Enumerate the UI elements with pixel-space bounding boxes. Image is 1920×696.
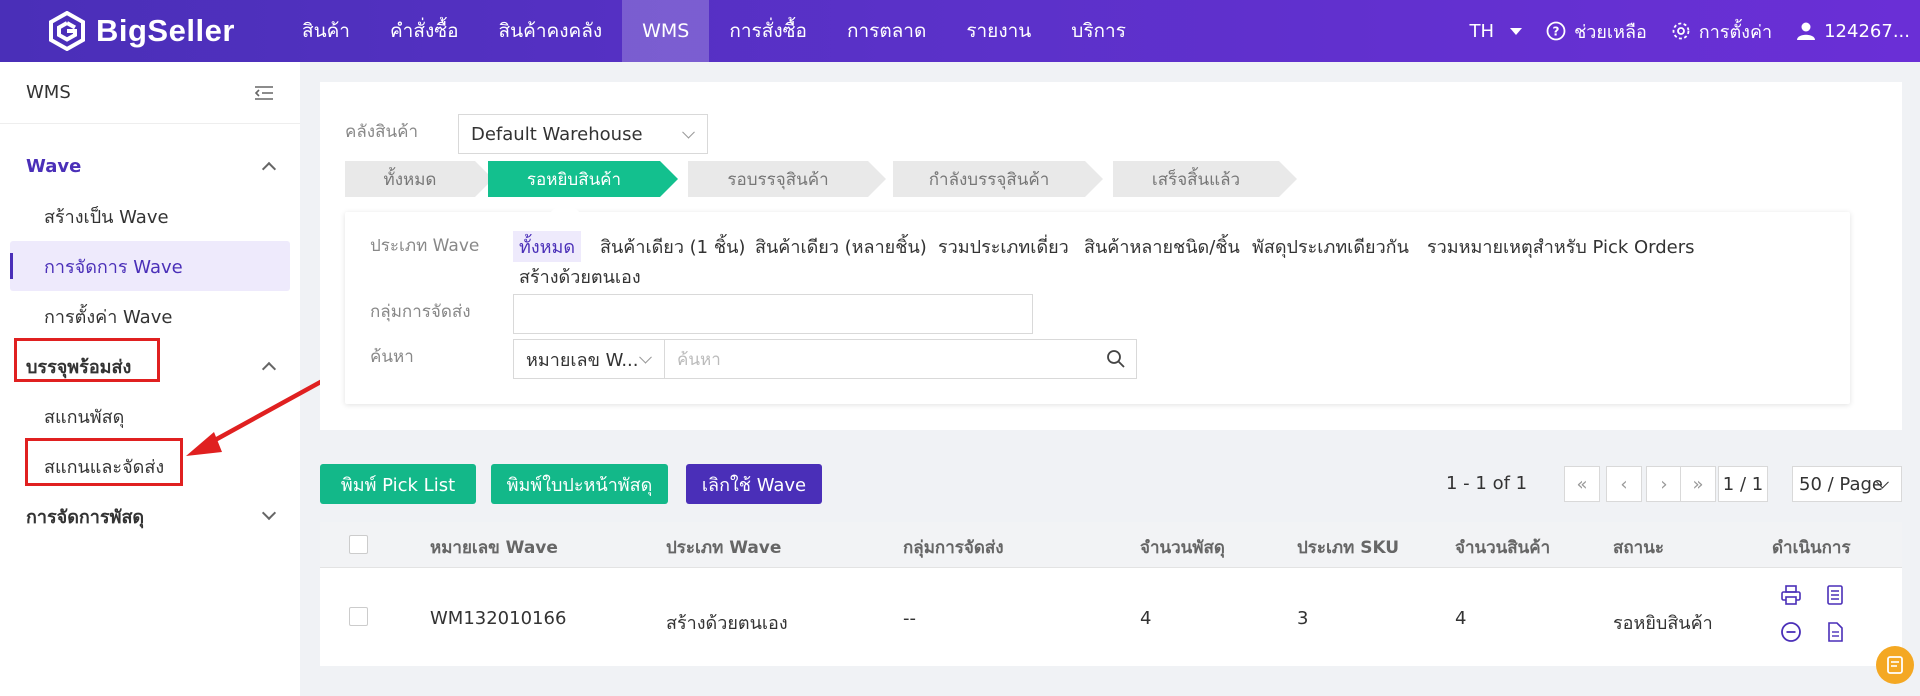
warehouse-value: Default Warehouse [471,123,643,145]
warehouse-select[interactable]: Default Warehouse [458,114,708,154]
cell-items: 4 [1455,608,1467,629]
step-all[interactable]: ทั้งหมด [345,161,475,197]
header-wave-type: ประเภท Wave [666,538,782,558]
cell-parcels: 4 [1140,608,1152,629]
settings-label: การตั้งค่า [1698,21,1773,43]
step-label: ทั้งหมด [383,169,437,190]
step-label: รอหยิบสินค้า [526,169,622,190]
search-field-select[interactable]: หมายเลข W... [513,339,665,379]
search-icon[interactable] [1106,349,1126,369]
cell-wave-no[interactable]: WM132010166 [430,608,566,629]
print-shipping-label-button[interactable]: พิมพ์ใบปะหน้าพัสดุ [491,464,668,504]
header-status: สถานะ [1613,538,1664,558]
table-header: หมายเลข Wave ประเภท Wave กลุ่มการจัดส่ง … [320,522,1902,568]
nav-item-services[interactable]: บริการ [1051,0,1146,62]
select-all-checkbox[interactable] [349,535,368,554]
header-wave-no: หมายเลข Wave [430,538,558,558]
header-items: จำนวนสินค้า [1455,538,1551,558]
help-label: ช่วยเหลือ [1574,21,1647,43]
shipping-group-label: กลุ่มการจัดส่ง [370,302,471,322]
prev-page-button[interactable]: ‹ [1606,466,1642,502]
step-arrow [1279,161,1297,197]
warehouse-label: คลังสินค้า [345,122,419,142]
page-size-value: 50 / Page [1799,473,1883,495]
last-page-button[interactable]: » [1680,466,1716,502]
cancel-wave-button[interactable]: เลิกใช้ Wave [686,464,822,504]
wave-type-all[interactable]: ทั้งหมด [513,231,582,262]
caret-down-icon [1510,27,1523,35]
header-actions: ดำเนินการ [1772,538,1851,558]
user-label: 124267... [1824,20,1910,42]
step-label: เสร็จสิ้นแล้ว [1151,169,1241,190]
step-label: รอบรรจุสินค้า [727,169,829,190]
wave-table: หมายเลข Wave ประเภท Wave กลุ่มการจัดส่ง … [320,522,1902,666]
cell-shipping-group: -- [903,608,916,629]
header-sku-types: ประเภท SKU [1297,538,1400,558]
chevron-down-icon [639,350,652,364]
search-field-value: หมายเลข W... [526,349,639,371]
step-arrow [868,161,886,197]
step-arrow [1085,161,1103,197]
remove-circle-icon[interactable] [1780,621,1802,643]
cell-sku-types: 3 [1297,608,1309,629]
shipping-group-input[interactable] [513,294,1033,334]
wave-type-label: ประเภท Wave [370,236,480,256]
step-arrow [660,161,678,197]
step-completed[interactable]: เสร็จสิ้นแล้ว [1113,161,1279,197]
notes-icon [1887,656,1903,674]
print-icon[interactable] [1780,584,1802,606]
file-icon[interactable] [1824,621,1846,643]
nav-item-marketing[interactable]: การตลาด [827,0,946,62]
header-parcels: จำนวนพัสดุ [1140,538,1225,558]
search-placeholder: ค้นหา [677,349,721,370]
help-icon: ? [1546,21,1566,41]
search-input[interactable]: ค้นหา [664,339,1137,379]
cell-status: รอหยิบสินค้า [1613,613,1713,634]
chevron-down-icon [261,505,277,521]
row-checkbox[interactable] [349,607,368,626]
page-indicator[interactable]: 1 / 1 [1718,466,1768,502]
search-label: ค้นหา [370,347,414,367]
step-packing[interactable]: กำลังบรรจุสินค้า [893,161,1085,197]
step-label: กำลังบรรจุสินค้า [928,169,1050,190]
first-page-button[interactable]: « [1564,466,1600,502]
page-size-select[interactable]: 50 / Page [1792,466,1902,502]
nav-item-reports[interactable]: รายงาน [946,0,1051,62]
nav-item-purchase[interactable]: การสั่งซื้อ [709,0,827,62]
document-list-icon[interactable] [1824,584,1846,606]
step-waiting-pick[interactable]: รอหยิบสินค้า [488,161,660,197]
pagination-summary: 1 - 1 of 1 [1446,473,1528,494]
wave-type-pick-order-notes[interactable]: รวมหมายเหตุสำหรับ Pick Orders [1427,232,1695,261]
help-link[interactable]: ? ช่วยเหลือ [1546,17,1647,46]
language-selector[interactable]: TH [1470,21,1523,42]
step-waiting-pack[interactable]: รอบรรจุสินค้า [688,161,868,197]
gear-icon [1672,22,1690,40]
wave-type-manual[interactable]: สร้างด้วยตนเอง [519,262,641,291]
wave-type-single-one[interactable]: สินค้าเดียว (1 ชิ้น) [600,232,745,261]
wave-type-single-mix[interactable]: รวมประเภทเดี่ยว [938,232,1069,261]
settings-link[interactable]: การตั้งค่า [1671,17,1772,46]
sidebar-group-label: การจัดการพัสดุ [26,506,145,528]
wave-type-same-parcel[interactable]: พัสดุประเภทเดียวกัน [1252,232,1409,261]
svg-text:?: ? [1553,25,1560,39]
floating-notes-button[interactable] [1876,646,1914,684]
wave-type-multi-items[interactable]: สินค้าหลายชนิด/ชิ้น [1084,232,1240,261]
nav-item-inventory[interactable]: สินค้าคงคลัง [479,0,623,62]
user-icon [1797,22,1816,40]
language-label: TH [1469,20,1495,42]
top-right-menu: TH ? ช่วยเหลือ การตั้งค่า 124267... [1470,0,1910,62]
cell-wave-type: สร้างด้วยตนเอง [666,613,788,634]
next-page-button[interactable]: › [1646,466,1682,502]
user-menu[interactable]: 124267... [1796,21,1910,42]
chevron-down-icon [682,125,695,139]
wave-type-single-multi[interactable]: สินค้าเดียว (หลายชิ้น) [755,232,927,261]
sidebar-group-parcel-management[interactable]: การจัดการพัสดุ [0,491,300,541]
header-shipping-group: กลุ่มการจัดส่ง [903,538,1004,558]
print-pick-list-button[interactable]: พิมพ์ Pick List [320,464,476,504]
pagination: 1 - 1 of 1 « ‹ › » 1 / 1 50 / Page [1440,464,1902,504]
nav-item-wms[interactable]: WMS [622,0,710,62]
